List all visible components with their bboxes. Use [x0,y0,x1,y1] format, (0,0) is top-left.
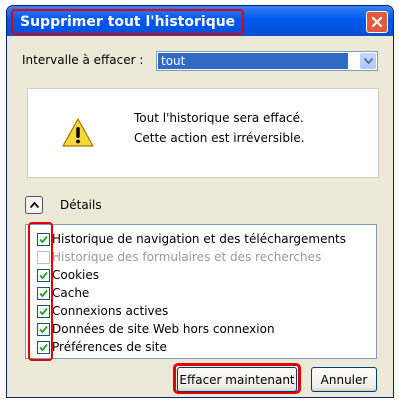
item-label: Connexions actives [52,304,169,318]
details-toggle-button[interactable] [25,196,43,214]
warning-line-1: Tout l'historique sera effacé. [134,111,304,125]
item-checkbox [37,251,50,264]
list-item: Historique des formulaires et des recher… [26,249,376,267]
checkmark-icon [39,307,48,316]
item-label: Données de site Web hors connexion [52,322,275,336]
range-select[interactable]: tout [156,51,378,71]
item-label: Cookies [52,268,99,282]
history-items-list: Historique de navigation et des téléchar… [25,224,377,359]
list-item[interactable]: Cache [26,285,376,303]
item-label: Historique des formulaires et des recher… [52,250,322,264]
checkmark-icon [39,343,48,352]
list-item[interactable]: Historique de navigation et des téléchar… [26,231,376,249]
item-label: Préférences de site [52,340,167,354]
item-checkbox[interactable] [37,233,50,246]
list-item[interactable]: Cookies [26,267,376,285]
checkmark-icon [39,325,48,334]
dialog-title: Supprimer tout l'historique [11,9,245,35]
chevron-up-icon [29,202,39,208]
list-item[interactable]: Données de site Web hors connexion [26,321,376,339]
checkmark-icon [39,289,48,298]
item-checkbox[interactable] [37,341,50,354]
warning-icon [62,118,94,147]
details-label[interactable]: Détails [60,198,102,212]
range-select-value: tout [158,53,348,69]
dropdown-arrow-icon[interactable] [360,53,376,69]
close-icon [371,16,383,28]
close-button[interactable] [366,11,388,33]
item-label: Historique de navigation et des téléchar… [52,232,347,246]
item-checkbox[interactable] [37,323,50,336]
clear-now-button[interactable]: Effacer maintenant [177,367,297,392]
warning-line-2: Cette action est irréversible. [134,131,305,145]
list-item[interactable]: Connexions actives [26,303,376,321]
checkmark-icon [39,271,48,280]
clear-history-dialog: Supprimer tout l'historique Intervalle à… [6,5,394,398]
item-checkbox[interactable] [37,305,50,318]
title-bar: Supprimer tout l'historique [7,6,393,36]
list-item[interactable]: Préférences de site [26,339,376,357]
item-checkbox[interactable] [37,269,50,282]
checkmark-icon [39,235,48,244]
item-checkbox[interactable] [37,287,50,300]
warning-panel: Tout l'historique sera effacé. Cette act… [27,88,379,178]
dialog-content: Intervalle à effacer : tout Tout l'histo… [7,36,393,397]
cancel-button[interactable]: Annuler [311,367,377,392]
range-label: Intervalle à effacer : [22,53,144,67]
item-label: Cache [52,286,90,300]
